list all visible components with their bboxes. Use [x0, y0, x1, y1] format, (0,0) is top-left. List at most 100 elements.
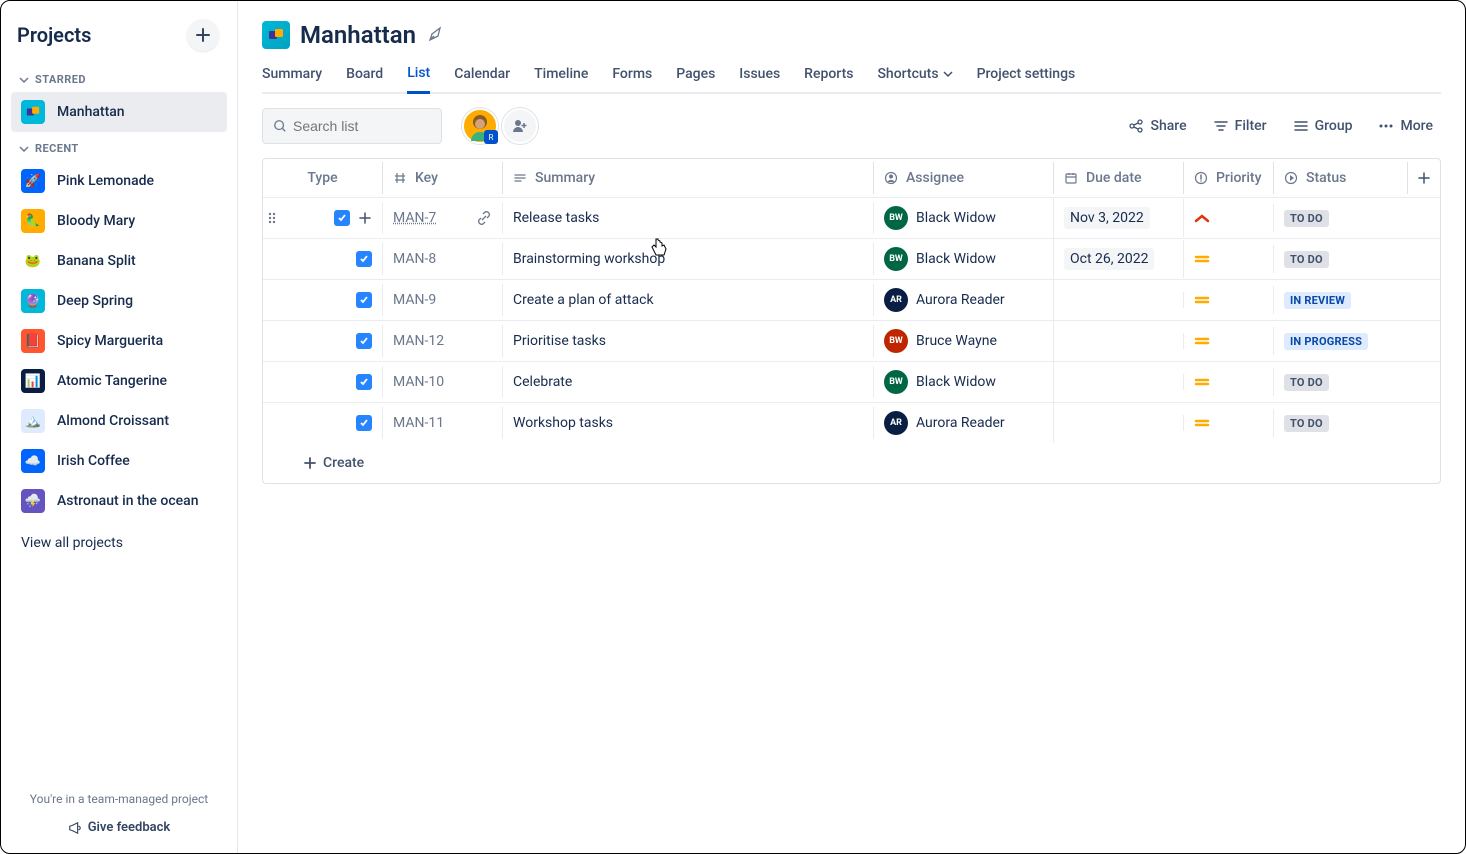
give-feedback-button[interactable]: Give feedback — [11, 812, 227, 843]
status-cell[interactable]: IN REVIEW — [1274, 284, 1408, 317]
tab-issues[interactable]: Issues — [739, 59, 780, 92]
tab-board[interactable]: Board — [346, 59, 383, 92]
priority-icon — [1194, 335, 1210, 347]
status-cell[interactable]: IN PROGRESS — [1274, 325, 1408, 358]
edit-project-icon[interactable] — [426, 26, 444, 44]
priority-cell[interactable] — [1184, 409, 1274, 437]
issue-summary[interactable]: Workshop tasks — [503, 407, 874, 439]
starred-section-header[interactable]: STARRED — [11, 63, 227, 92]
sidebar-item-manhattan[interactable]: Manhattan — [11, 92, 227, 132]
assignee-cell[interactable]: BW Bruce Wayne — [874, 321, 1054, 361]
view-all-projects-link[interactable]: View all projects — [11, 521, 227, 551]
due-date-cell[interactable]: Oct 26, 2022 — [1054, 240, 1184, 278]
assignee-cell[interactable]: BW Black Widow — [874, 198, 1054, 238]
issue-key-link[interactable]: MAN-8 — [393, 251, 436, 267]
sidebar-item-deep-spring[interactable]: 🔮Deep Spring — [11, 281, 227, 321]
sidebar-item-pink-lemonade[interactable]: 🚀Pink Lemonade — [11, 161, 227, 201]
col-priority[interactable]: Priority — [1184, 162, 1274, 194]
filter-button[interactable]: Filter — [1205, 112, 1275, 140]
project-icon: ⛈️ — [21, 489, 45, 513]
table-row[interactable]: MAN-12 Prioritise tasks BW Bruce Wayne I… — [263, 321, 1440, 362]
assignee-cell[interactable]: AR Aurora Reader — [874, 280, 1054, 320]
sidebar-item-banana-split[interactable]: 🐸Banana Split — [11, 241, 227, 281]
sidebar-item-label: Manhattan — [57, 104, 125, 120]
priority-cell[interactable] — [1184, 368, 1274, 396]
col-status[interactable]: Status — [1274, 162, 1408, 194]
tab-shortcuts[interactable]: Shortcuts — [877, 59, 952, 92]
tab-pages[interactable]: Pages — [676, 59, 715, 92]
group-button[interactable]: Group — [1285, 112, 1361, 140]
col-type[interactable]: Type — [263, 162, 383, 194]
issue-summary[interactable]: Release tasks — [503, 202, 874, 234]
priority-cell[interactable] — [1184, 286, 1274, 314]
more-button[interactable]: More — [1370, 112, 1441, 140]
due-date-value: Nov 3, 2022 — [1064, 207, 1150, 229]
assignee-cell[interactable]: BW Black Widow — [874, 362, 1054, 402]
sidebar-item-bloody-mary[interactable]: 🦜Bloody Mary — [11, 201, 227, 241]
sidebar-item-astronaut-in-the-ocean[interactable]: ⛈️Astronaut in the ocean — [11, 481, 227, 521]
due-date-cell[interactable] — [1054, 292, 1184, 308]
assignee-name: Black Widow — [916, 210, 996, 226]
status-cell[interactable]: TO DO — [1274, 243, 1408, 276]
priority-cell[interactable] — [1184, 327, 1274, 355]
tab-list[interactable]: List — [407, 59, 430, 94]
add-column-button[interactable] — [1408, 171, 1440, 185]
status-cell[interactable]: TO DO — [1274, 407, 1408, 440]
due-date-cell[interactable] — [1054, 415, 1184, 431]
sidebar-item-irish-coffee[interactable]: ☁️Irish Coffee — [11, 441, 227, 481]
priority-cell[interactable] — [1184, 245, 1274, 273]
sidebar-item-spicy-marguerita[interactable]: 📕Spicy Marguerita — [11, 321, 227, 361]
priority-cell[interactable] — [1184, 204, 1274, 232]
issue-key-link[interactable]: MAN-11 — [393, 415, 444, 431]
issue-summary[interactable]: Create a plan of attack — [503, 284, 874, 316]
table-row[interactable]: MAN-10 Celebrate BW Black Widow TO DO — [263, 362, 1440, 403]
col-assignee[interactable]: Assignee — [874, 162, 1054, 194]
tab-reports[interactable]: Reports — [804, 59, 853, 92]
tab-calendar[interactable]: Calendar — [454, 59, 510, 92]
project-icon — [262, 21, 290, 49]
group-icon — [1293, 118, 1309, 134]
issue-summary[interactable]: Celebrate — [503, 366, 874, 398]
issue-key-link[interactable]: MAN-12 — [393, 333, 444, 349]
user-avatar[interactable]: R — [462, 108, 498, 144]
issue-key-link[interactable]: MAN-10 — [393, 374, 444, 390]
table-row[interactable]: MAN-7 Release tasks BW Black Widow Nov 3… — [263, 198, 1440, 239]
col-due-date[interactable]: Due date — [1054, 162, 1184, 194]
tab-summary[interactable]: Summary — [262, 59, 322, 92]
tab-forms[interactable]: Forms — [612, 59, 652, 92]
task-type-icon — [334, 210, 350, 226]
assignee-cell[interactable]: BW Black Widow — [874, 239, 1054, 279]
due-date-cell[interactable]: Nov 3, 2022 — [1054, 199, 1184, 237]
status-cell[interactable]: TO DO — [1274, 366, 1408, 399]
table-row[interactable]: MAN-9 Create a plan of attack AR Aurora … — [263, 280, 1440, 321]
sidebar-item-atomic-tangerine[interactable]: 📊Atomic Tangerine — [11, 361, 227, 401]
tab-timeline[interactable]: Timeline — [534, 59, 588, 92]
recent-section-header[interactable]: RECENT — [11, 132, 227, 161]
due-date-cell[interactable] — [1054, 333, 1184, 349]
table-row[interactable]: MAN-11 Workshop tasks AR Aurora Reader T… — [263, 403, 1440, 443]
priority-icon — [1194, 294, 1210, 306]
col-key[interactable]: Key — [383, 162, 503, 194]
status-cell[interactable]: TO DO — [1274, 202, 1408, 235]
assignee-cell[interactable]: AR Aurora Reader — [874, 403, 1054, 443]
drag-handle-icon[interactable] — [267, 211, 277, 225]
add-people-button[interactable] — [502, 108, 538, 144]
tab-project-settings[interactable]: Project settings — [977, 59, 1076, 92]
plus-icon — [196, 28, 210, 42]
issue-summary[interactable]: Prioritise tasks — [503, 325, 874, 357]
add-subtask-icon[interactable] — [358, 211, 372, 225]
col-summary[interactable]: Summary — [503, 162, 874, 194]
due-date-cell[interactable] — [1054, 374, 1184, 390]
status-icon — [1284, 171, 1298, 185]
search-input-wrapper[interactable] — [262, 108, 442, 144]
create-issue-button[interactable]: Create — [263, 443, 1440, 483]
copy-link-icon[interactable] — [476, 210, 492, 226]
issue-summary[interactable]: Brainstorming workshop — [503, 243, 874, 275]
issue-key-link[interactable]: MAN-7 — [393, 210, 436, 226]
share-button[interactable]: Share — [1120, 112, 1194, 140]
sidebar-item-almond-croissant[interactable]: 🏔️Almond Croissant — [11, 401, 227, 441]
issue-key-link[interactable]: MAN-9 — [393, 292, 436, 308]
add-project-button[interactable] — [187, 19, 219, 51]
table-row[interactable]: MAN-8 Brainstorming workshop BW Black Wi… — [263, 239, 1440, 280]
search-input[interactable] — [293, 118, 431, 134]
